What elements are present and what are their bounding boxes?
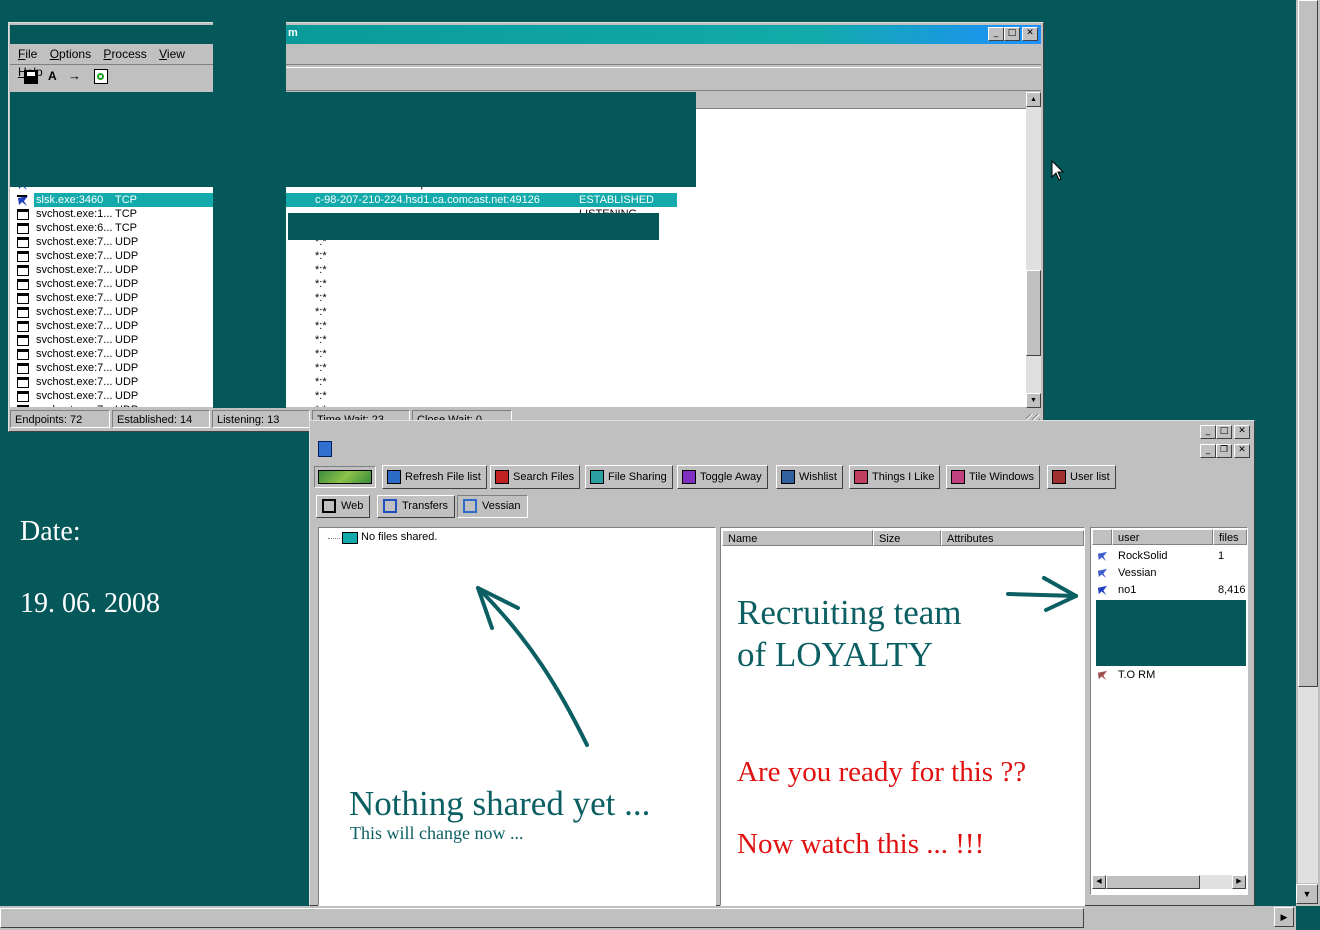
recruiting-line2: of LOYALTY	[737, 635, 934, 674]
right-arrow-icon	[1006, 576, 1078, 612]
ready-text: Are you ready for this ??	[737, 756, 1027, 788]
will-change-text: This will change now ...	[350, 823, 524, 843]
annotation-arrows	[476, 576, 1078, 747]
curved-arrow-icon	[476, 586, 589, 747]
recruiting-line1: Recruiting team	[737, 593, 962, 632]
nothing-shared-text: Nothing shared yet ...	[349, 784, 651, 823]
watch-text: Now watch this ... !!!	[737, 828, 985, 860]
